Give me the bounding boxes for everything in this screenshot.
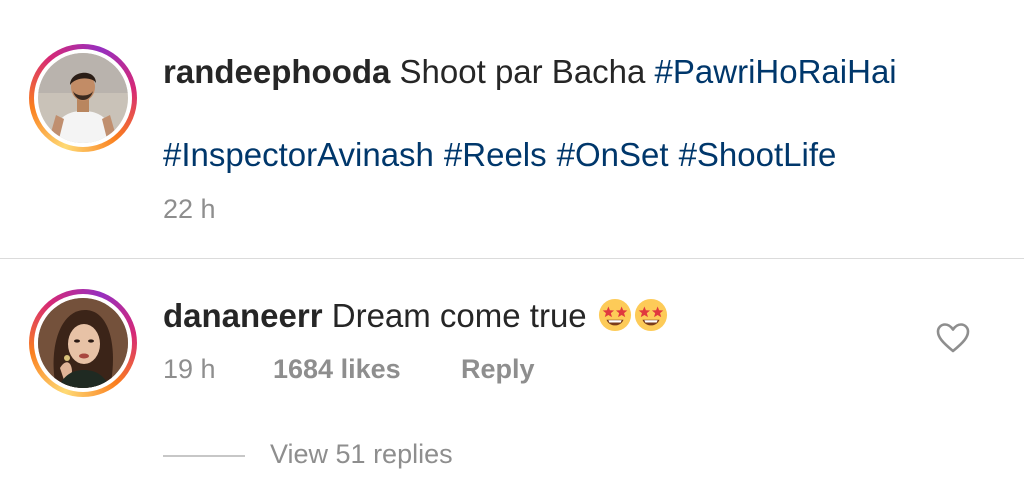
reply-button[interactable]: Reply	[461, 354, 535, 385]
avatar-photo	[38, 53, 128, 143]
post-author-avatar[interactable]	[29, 44, 137, 152]
hashtag-link[interactable]: #OnSet	[557, 136, 669, 173]
caption-text: Shoot par Bacha	[399, 53, 646, 90]
caption-hashtags: #InspectorAvinash #Reels #OnSet #ShootLife	[163, 133, 836, 176]
post-username[interactable]: randeephooda	[163, 53, 390, 90]
avatar-photo	[38, 298, 128, 388]
hashtag-link[interactable]: #PawriHoRaiHai	[655, 53, 897, 90]
view-replies-button[interactable]: View 51 replies	[270, 439, 453, 470]
comment-timestamp: 19 h	[163, 354, 216, 384]
replies-divider-line	[163, 455, 245, 457]
post-timestamp: 22 h	[163, 194, 216, 224]
hashtag-link[interactable]: #Reels	[444, 136, 547, 173]
comment-text: Dream come true	[331, 297, 587, 334]
hashtag-link[interactable]: #ShootLife	[679, 136, 837, 173]
commenter-avatar[interactable]	[29, 289, 137, 397]
hashtag-link[interactable]: #InspectorAvinash	[163, 136, 434, 173]
star-struck-emoji-icon	[634, 298, 667, 332]
comment-username[interactable]: dananeerr	[163, 297, 323, 334]
star-struck-emoji-icon	[598, 298, 631, 332]
like-heart-icon[interactable]	[936, 322, 970, 354]
comment-likes-count[interactable]: 1684 likes	[273, 354, 401, 385]
divider	[0, 258, 1024, 259]
post-caption: randeephooda Shoot par Bacha #PawriHoRai…	[163, 50, 1003, 93]
comment-text-line: dananeerr Dream come true	[163, 294, 668, 337]
